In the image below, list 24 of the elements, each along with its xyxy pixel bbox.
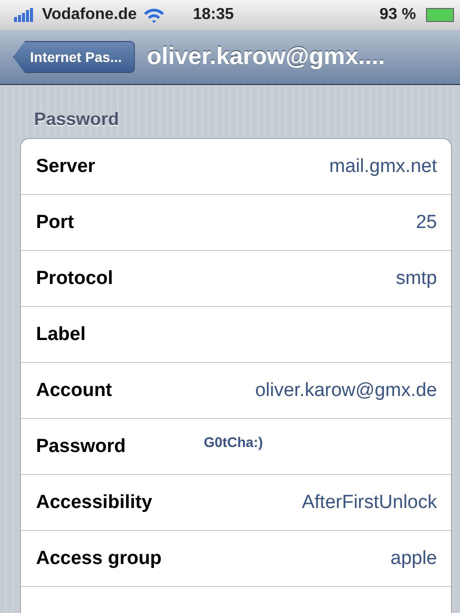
battery-icon xyxy=(426,8,454,22)
field-label: Label xyxy=(36,324,86,346)
field-value: apple xyxy=(390,548,437,570)
section-header: Password xyxy=(33,108,120,131)
wifi-icon xyxy=(142,7,165,23)
battery-percentage: 93 % xyxy=(380,6,416,24)
field-value: smtp xyxy=(396,268,437,290)
field-label: Server xyxy=(36,156,96,178)
clock-time: 18:35 xyxy=(192,6,234,24)
field-label: Protocol xyxy=(36,268,114,290)
field-label: Accessibility xyxy=(36,492,152,514)
field-value: G0tCha:) xyxy=(204,434,263,450)
field-label: Port xyxy=(36,212,74,234)
carrier-name: Vodafone.de xyxy=(42,6,137,24)
field-value: mail.gmx.net xyxy=(329,156,437,178)
back-button[interactable]: Internet Pas... xyxy=(13,41,135,73)
field-value: oliver.karow@gmx.de xyxy=(255,380,437,402)
field-label: Account xyxy=(36,380,112,402)
nav-title: oliver.karow@gmx.... xyxy=(146,43,385,71)
field-label: Access group xyxy=(36,548,162,570)
field-value: AfterFirstUnlock xyxy=(302,492,437,514)
field-value: 25 xyxy=(416,212,437,234)
field-label: Password xyxy=(36,436,126,458)
signal-icon xyxy=(14,8,36,22)
